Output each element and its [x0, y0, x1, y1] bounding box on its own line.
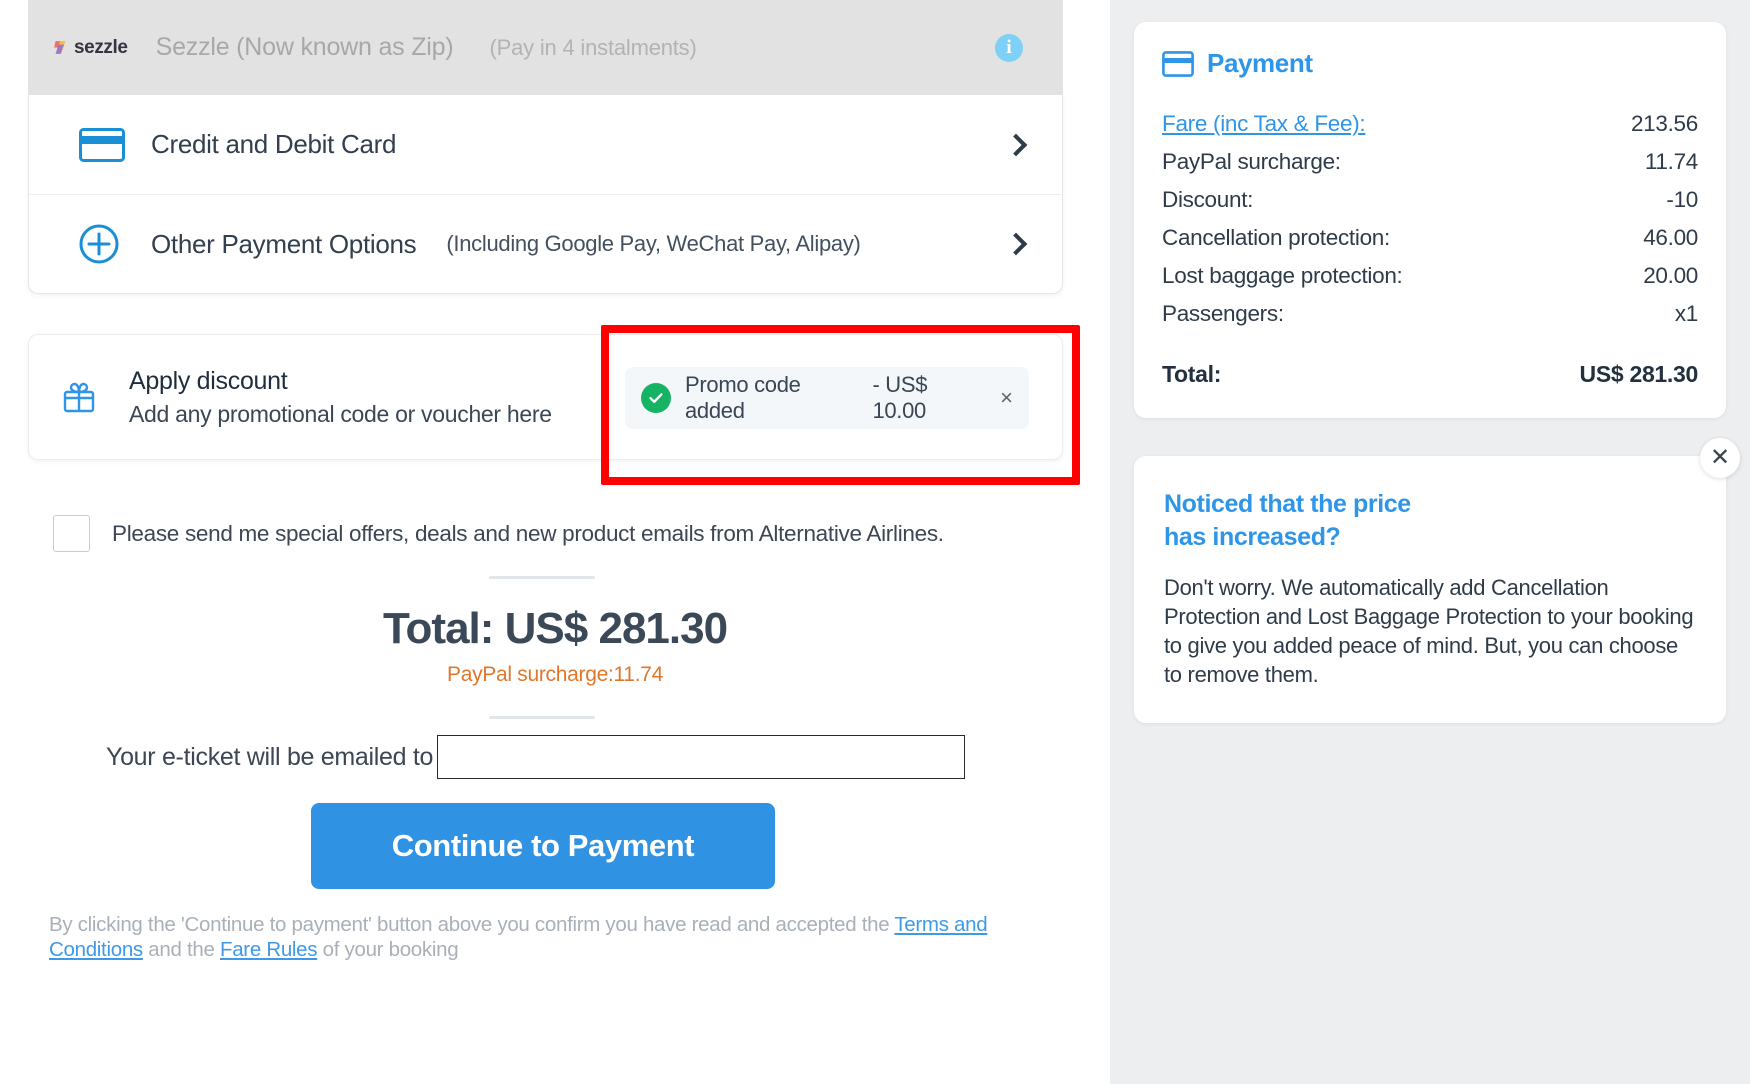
summary-total-row: Total: US$ 281.30: [1162, 361, 1698, 388]
notice-title-line-2: has increased?: [1164, 522, 1341, 551]
discount-title: Apply discount: [129, 366, 288, 395]
payment-methods-group: sezzle Sezzle (Now known as Zip) (Pay in…: [28, 0, 1063, 294]
marketing-optin-row[interactable]: Please send me special offers, deals and…: [53, 515, 944, 552]
summary-line-item: PayPal surcharge: 11.74: [1162, 143, 1698, 181]
payment-option-sublabel: (Including Google Pay, WeChat Pay, Alipa…: [446, 231, 861, 256]
fare-breakdown-link[interactable]: Fare (inc Tax & Fee):: [1162, 111, 1366, 137]
gift-icon: [63, 382, 95, 413]
promo-status-label: Promo code added: [685, 372, 801, 423]
info-icon[interactable]: i: [995, 33, 1023, 62]
summary-line-item: Fare (inc Tax & Fee): 213.56: [1162, 105, 1698, 143]
paypal-surcharge-note: PayPal surcharge:11.74: [447, 663, 663, 686]
payment-options-card: Credit and Debit Card Other Payment Opti…: [28, 95, 1063, 294]
eticket-email-label: Your e-ticket will be emailed to: [106, 742, 434, 771]
summary-line-item: Cancellation protection: 46.00: [1162, 219, 1698, 257]
eticket-email-input[interactable]: [437, 735, 966, 779]
discount-text-block: Apply discount Add any promotional code …: [129, 367, 552, 428]
chevron-right-icon[interactable]: [1004, 133, 1028, 156]
credit-card-icon-slot: [55, 127, 133, 162]
summary-line-label: Cancellation protection:: [1162, 225, 1390, 250]
notice-title-line-1: Noticed that the price: [1164, 490, 1411, 518]
continue-to-payment-button[interactable]: Continue to Payment: [311, 803, 775, 889]
check-circle-icon: [641, 383, 671, 413]
plus-circle-icon: [79, 224, 119, 264]
divider-bottom: [489, 716, 595, 719]
summary-line-value: -10: [1666, 187, 1698, 212]
summary-line-label: Discount:: [1162, 187, 1254, 212]
gift-icon-slot: [29, 379, 129, 415]
notice-body: Don't worry. We automatically add Cancel…: [1164, 575, 1694, 688]
summary-line-value: 46.00: [1643, 225, 1698, 250]
summary-line-item: Discount: -10: [1162, 181, 1698, 219]
fare-rules-link[interactable]: Fare Rules: [220, 938, 318, 961]
payment-summary-title: Payment: [1207, 48, 1313, 78]
sezzle-name-label: Sezzle (Now known as Zip): [155, 33, 454, 61]
eticket-email-row: Your e-ticket will be emailed to: [0, 735, 1110, 779]
summary-line-label: Lost baggage protection:: [1162, 263, 1403, 288]
close-icon[interactable]: ✕: [1700, 438, 1740, 478]
promo-remove-icon[interactable]: ×: [1000, 387, 1013, 409]
terms-part-1: By clicking the 'Continue to payment' bu…: [49, 913, 895, 936]
chevron-right-icon[interactable]: [1004, 232, 1028, 256]
notice-title: Noticed that the price has increased?: [1164, 488, 1696, 553]
summary-line-item: Passengers: x1: [1162, 295, 1698, 333]
discount-subtitle: Add any promotional code or voucher here: [129, 400, 552, 427]
terms-part-3: of your booking: [317, 938, 459, 961]
checkout-main-column: sezzle Sezzle (Now known as Zip) (Pay in…: [0, 0, 1110, 1084]
checkout-page: sezzle Sezzle (Now known as Zip) (Pay in…: [0, 0, 1750, 1084]
divider-top: [489, 576, 595, 579]
checkout-sidebar: Payment Fare (inc Tax & Fee): 213.56 Pay…: [1110, 0, 1750, 1084]
sezzle-note-label: (Pay in 4 instalments): [489, 34, 697, 60]
payment-option-other[interactable]: Other Payment Options (Including Google …: [29, 194, 1062, 293]
price-increase-notice-panel: ✕ Noticed that the price has increased? …: [1134, 438, 1740, 724]
summary-line-value: x1: [1674, 301, 1698, 326]
plus-circle-icon-slot: [55, 224, 133, 264]
terms-text: By clicking the 'Continue to payment' bu…: [49, 912, 1049, 962]
summary-line-value: 20.00: [1643, 263, 1698, 288]
promo-amount-label: - US$ 10.00: [872, 372, 928, 423]
summary-line-value: 213.56: [1630, 111, 1698, 136]
marketing-optin-label: Please send me special offers, deals and…: [112, 520, 944, 546]
sezzle-mark-icon: [54, 41, 66, 54]
payment-option-label: Credit and Debit Card: [151, 129, 397, 159]
payment-option-credit-debit-card[interactable]: Credit and Debit Card: [29, 95, 1062, 194]
summary-line-item: Lost baggage protection: 20.00: [1162, 257, 1698, 295]
sezzle-wordmark: sezzle: [74, 36, 128, 58]
marketing-optin-checkbox[interactable]: [53, 515, 90, 552]
terms-part-2: and the: [142, 938, 220, 961]
summary-line-label: PayPal surcharge:: [1162, 149, 1341, 174]
credit-card-icon: [79, 127, 125, 162]
payment-option-sezzle[interactable]: sezzle Sezzle (Now known as Zip) (Pay in…: [28, 0, 1063, 95]
credit-card-icon: [1162, 50, 1194, 77]
payment-summary-header: Payment: [1162, 48, 1698, 79]
summary-total-value: US$ 281.30: [1579, 361, 1699, 387]
summary-total-label: Total:: [1162, 361, 1222, 387]
sezzle-logo: sezzle: [52, 37, 128, 59]
payment-option-label: Other Payment Options: [151, 228, 417, 259]
apply-discount-card[interactable]: Apply discount Add any promotional code …: [28, 334, 1063, 460]
promo-code-chip: Promo code added - US$ 10.00 ×: [625, 367, 1029, 429]
order-total-heading: Total: US$ 281.30: [382, 604, 728, 653]
summary-line-label: Passengers:: [1162, 301, 1284, 326]
payment-summary-panel: Payment Fare (inc Tax & Fee): 213.56 Pay…: [1134, 22, 1726, 418]
summary-line-value: 11.74: [1644, 149, 1698, 174]
